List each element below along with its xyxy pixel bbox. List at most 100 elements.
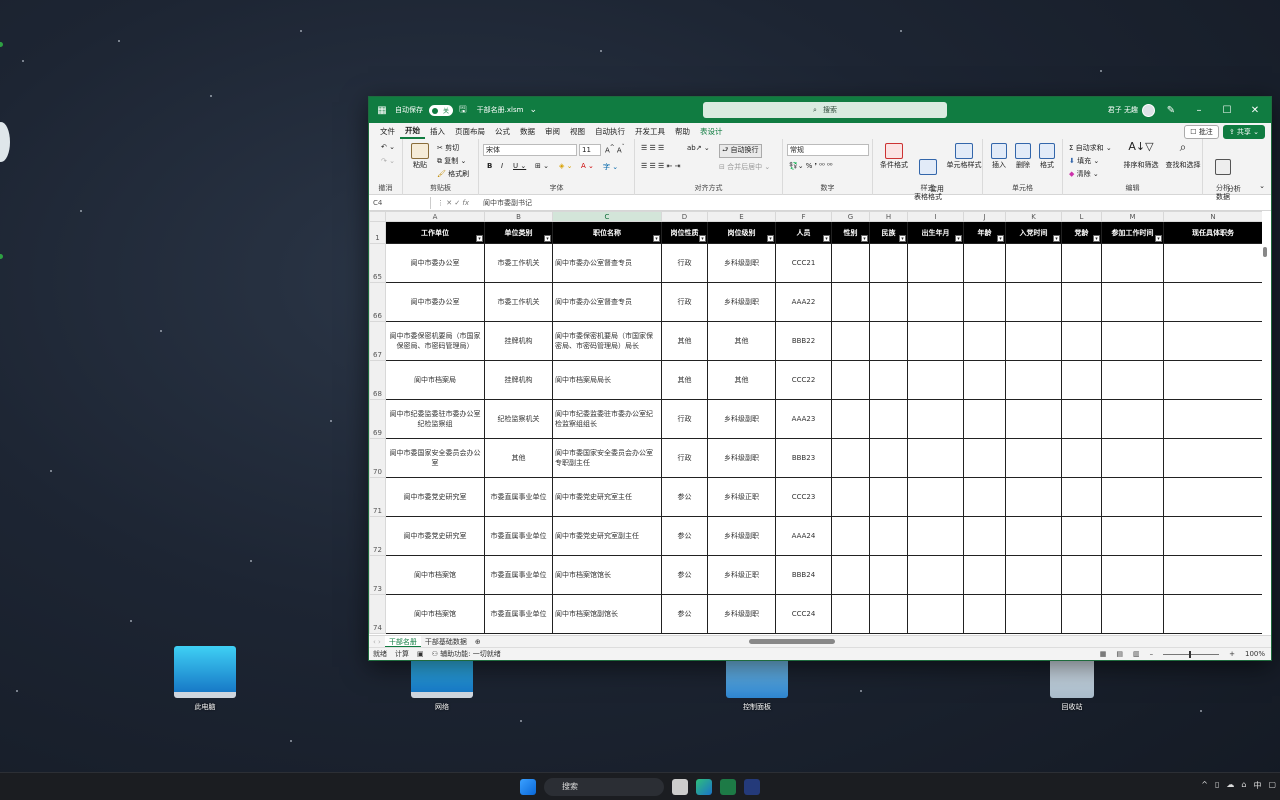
table-cell[interactable]: 市委工作机关 bbox=[484, 282, 553, 322]
table-cell[interactable] bbox=[907, 438, 964, 478]
autosum-button[interactable]: Σ 自动求和 ⌄ bbox=[1069, 143, 1112, 153]
filter-dropdown-icon[interactable]: ▾ bbox=[1053, 235, 1060, 242]
column-header[interactable]: B bbox=[484, 211, 553, 222]
tab-help[interactable]: 帮助 bbox=[670, 126, 695, 137]
table-cell[interactable] bbox=[1005, 360, 1062, 400]
table-cell[interactable]: 行政 bbox=[661, 399, 708, 439]
row-header[interactable]: 72 bbox=[369, 516, 386, 556]
table-cell[interactable] bbox=[1101, 321, 1164, 361]
table-cell[interactable] bbox=[963, 516, 1006, 556]
app-taskbar-icon[interactable] bbox=[744, 779, 760, 795]
table-cell[interactable] bbox=[1061, 594, 1102, 634]
network-tray-icon[interactable]: ⌂ bbox=[1241, 780, 1246, 791]
table-cell[interactable] bbox=[1005, 594, 1062, 634]
table-cell[interactable] bbox=[831, 555, 870, 595]
table-cell[interactable] bbox=[1101, 516, 1164, 556]
table-cell[interactable] bbox=[831, 282, 870, 322]
table-cell[interactable] bbox=[1061, 399, 1102, 439]
table-cell[interactable] bbox=[1163, 360, 1262, 400]
table-cell[interactable] bbox=[1005, 399, 1062, 439]
tab-table-design[interactable]: 表设计 bbox=[695, 126, 728, 137]
table-cell[interactable] bbox=[1061, 282, 1102, 322]
column-header[interactable]: I bbox=[907, 211, 964, 222]
row-header[interactable]: 71 bbox=[369, 477, 386, 517]
table-cell[interactable] bbox=[831, 594, 870, 634]
table-cell[interactable]: AAA22 bbox=[775, 282, 832, 322]
tab-view[interactable]: 视图 bbox=[565, 126, 590, 137]
name-box[interactable]: C4 bbox=[373, 196, 431, 209]
column-header[interactable]: E bbox=[707, 211, 776, 222]
table-cell[interactable] bbox=[831, 516, 870, 556]
table-cell[interactable]: 阆中市委党史研究室主任 bbox=[552, 477, 662, 517]
table-cell[interactable]: AAA23 bbox=[775, 399, 832, 439]
formula-controls[interactable]: ⋮ ✕ ✓ fx bbox=[431, 199, 477, 207]
table-header-cell[interactable]: 职位名称 ▾ bbox=[552, 221, 662, 244]
table-cell[interactable]: 乡科级副职 bbox=[707, 243, 776, 283]
table-cell[interactable]: 阆中市档案馆馆长 bbox=[552, 555, 662, 595]
table-cell[interactable] bbox=[869, 243, 908, 283]
table-header-cell[interactable]: 现任具体职务 bbox=[1163, 221, 1262, 244]
column-header[interactable]: C bbox=[552, 211, 662, 222]
table-cell[interactable]: 阆中市档案局 bbox=[385, 360, 485, 400]
table-cell[interactable]: 其他 bbox=[707, 360, 776, 400]
tab-file[interactable]: 文件 bbox=[375, 126, 400, 137]
table-cell[interactable]: AAA24 bbox=[775, 516, 832, 556]
table-cell[interactable]: 纪检监察机关 bbox=[484, 399, 553, 439]
table-cell[interactable] bbox=[831, 360, 870, 400]
table-cell[interactable] bbox=[1005, 555, 1062, 595]
tab-insert[interactable]: 插入 bbox=[425, 126, 450, 137]
table-cell[interactable]: 阆中市委保密机要局（市国家保密局、市密码管理局） bbox=[385, 321, 485, 361]
table-cell[interactable] bbox=[1005, 438, 1062, 478]
zoom-slider[interactable] bbox=[1163, 650, 1220, 658]
column-header[interactable]: J bbox=[963, 211, 1006, 222]
tab-page-layout[interactable]: 页面布局 bbox=[450, 126, 490, 137]
table-cell[interactable]: 其他 bbox=[707, 321, 776, 361]
close-button[interactable]: ✕ bbox=[1243, 105, 1267, 116]
conditional-format-button[interactable]: 条件格式 bbox=[877, 143, 911, 169]
excel-taskbar-icon[interactable] bbox=[720, 779, 736, 795]
row-header[interactable]: 74 bbox=[369, 594, 386, 634]
table-header-cell[interactable]: 参加工作时间 ▾ bbox=[1101, 221, 1164, 244]
table-cell[interactable] bbox=[1101, 282, 1164, 322]
table-cell[interactable]: 其他 bbox=[661, 360, 708, 400]
taskbar-search[interactable]: 搜索 bbox=[544, 778, 664, 796]
table-cell[interactable] bbox=[831, 399, 870, 439]
table-cell[interactable] bbox=[869, 321, 908, 361]
filter-dropdown-icon[interactable]: ▾ bbox=[699, 235, 706, 242]
column-header[interactable]: L bbox=[1061, 211, 1102, 222]
sort-filter-button[interactable]: A↓▽ 排序和筛选 bbox=[1121, 141, 1161, 169]
table-cell[interactable]: 阆中市委党史研究室 bbox=[385, 516, 485, 556]
number-format-select[interactable]: 常规 bbox=[787, 144, 869, 156]
cut-button[interactable]: ✂ 剪切 bbox=[437, 143, 459, 153]
table-header-cell[interactable]: 入党时间 ▾ bbox=[1005, 221, 1062, 244]
table-header-cell[interactable]: 年龄 ▾ bbox=[963, 221, 1006, 244]
table-cell[interactable] bbox=[869, 282, 908, 322]
filter-dropdown-icon[interactable]: ▾ bbox=[997, 235, 1004, 242]
table-cell[interactable] bbox=[1163, 594, 1262, 634]
table-cell[interactable] bbox=[869, 594, 908, 634]
notification-icon[interactable]: ▢ bbox=[1268, 780, 1276, 791]
minimize-button[interactable]: – bbox=[1187, 105, 1211, 116]
paste-button[interactable]: 粘贴 bbox=[409, 143, 431, 169]
table-cell[interactable] bbox=[1101, 360, 1164, 400]
delete-cells-button[interactable]: 删除 bbox=[1011, 143, 1035, 169]
table-cell[interactable]: 参公 bbox=[661, 477, 708, 517]
format-cells-button[interactable]: 格式 bbox=[1035, 143, 1059, 169]
filter-dropdown-icon[interactable]: ▾ bbox=[1093, 235, 1100, 242]
column-header[interactable]: G bbox=[831, 211, 870, 222]
table-cell[interactable] bbox=[1101, 438, 1164, 478]
ribbon-collapse-icon[interactable]: ⌄ bbox=[1259, 182, 1265, 190]
table-cell[interactable]: 市委工作机关 bbox=[484, 243, 553, 283]
accounting-icon[interactable]: 💱⌄ % ❜ ⁰⁰ ⁰⁰ bbox=[789, 162, 833, 170]
task-view-icon[interactable] bbox=[672, 779, 688, 795]
table-cell[interactable]: BBB23 bbox=[775, 438, 832, 478]
table-cell[interactable]: 乡科级副职 bbox=[707, 399, 776, 439]
page-break-view-icon[interactable]: ▥ bbox=[1133, 650, 1140, 658]
row-header[interactable]: 65 bbox=[369, 243, 386, 283]
table-cell[interactable]: 市委直属事业单位 bbox=[484, 594, 553, 634]
zoom-out-icon[interactable]: – bbox=[1150, 650, 1154, 658]
zoom-level[interactable]: 100% bbox=[1245, 650, 1265, 658]
table-cell[interactable] bbox=[907, 594, 964, 634]
chevron-down-icon[interactable]: ⌄ bbox=[529, 105, 537, 115]
table-cell[interactable] bbox=[831, 477, 870, 517]
